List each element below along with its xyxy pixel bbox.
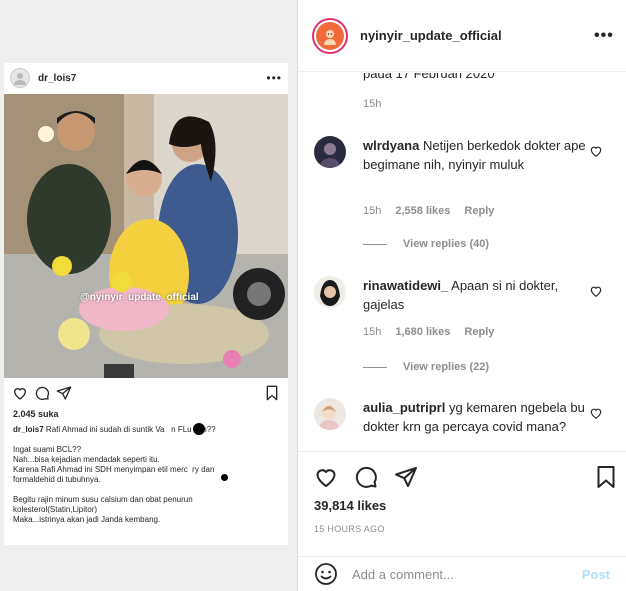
reply-button[interactable]: Reply	[464, 205, 494, 217]
comment-like-icon[interactable]	[589, 284, 603, 298]
comment-meta: 15h 2,558 likes Reply	[363, 205, 508, 217]
post-side-panel: nyinyir_update_official ••• pada 17 Febr…	[298, 0, 626, 591]
comment-input[interactable]	[352, 564, 582, 584]
inner-post-actions	[12, 385, 280, 403]
post-button[interactable]: Post	[582, 567, 610, 582]
comment-body: rinawatidewi_ Apaan si ni dokter, gajela…	[363, 276, 588, 314]
inner-post-photo: @nyinyir_update_official	[4, 94, 288, 378]
post-timestamp: 15 HOURS AGO	[314, 524, 385, 534]
comment-likes[interactable]: 1,680 likes	[395, 326, 450, 338]
reply-button[interactable]: Reply	[464, 326, 494, 338]
commenter-avatar[interactable]	[314, 398, 346, 430]
view-replies-label: View replies (40)	[403, 238, 490, 250]
post-header: nyinyir_update_official •••	[298, 0, 626, 72]
inner-post-more-icon: •••	[266, 71, 282, 85]
comment-like-icon[interactable]	[589, 144, 603, 158]
comment-like-icon[interactable]	[589, 406, 603, 420]
view-replies-button[interactable]: View replies (40)	[363, 238, 489, 250]
inner-bookmark-icon	[266, 385, 278, 401]
inner-comment-icon	[35, 386, 50, 401]
inner-post-card: dr_lois7 ••• @nyinyir_update_official 2.…	[4, 63, 288, 545]
comment-meta: 15h 1,680 likes Reply	[363, 326, 508, 338]
more-options-icon[interactable]: •••	[594, 27, 614, 45]
comment-username[interactable]: rinawatidewi_	[363, 278, 448, 293]
post-actions: 39,814 likes 15 HOURS AGO	[298, 451, 626, 555]
previous-comment-time: 15h	[363, 98, 382, 110]
comment-body: wlrdyana Netijen berkedok dokter ape beg…	[363, 136, 588, 174]
inner-post-likes: 2.045 suka	[13, 409, 59, 419]
inner-heart-icon	[13, 388, 27, 400]
comment-body: aulia_putriprl yg kemaren ngebela bu dok…	[363, 398, 588, 436]
censor-blot	[221, 474, 228, 481]
comment-time: 15h	[363, 205, 382, 217]
inner-post-avatar	[10, 68, 30, 88]
comment-icon[interactable]	[354, 465, 378, 489]
inner-post-username: dr_lois7	[38, 72, 77, 84]
emoji-icon[interactable]	[314, 562, 338, 586]
view-replies-label: View replies (22)	[403, 361, 490, 373]
likes-count[interactable]: 39,814 likes	[314, 498, 386, 513]
view-replies-button[interactable]: View replies (22)	[363, 361, 489, 373]
inner-share-icon	[56, 386, 72, 400]
commenter-avatar[interactable]	[314, 276, 346, 308]
inner-caption-username: dr_lois7	[13, 425, 44, 434]
like-icon[interactable]	[314, 465, 338, 489]
account-avatar[interactable]	[312, 17, 348, 54]
inner-post-watermark: @nyinyir_update_official	[80, 292, 199, 303]
add-comment-bar: Post	[298, 556, 626, 591]
post-media[interactable]: dr_lois7 ••• @nyinyir_update_official 2.…	[0, 0, 298, 591]
bookmark-icon[interactable]	[594, 465, 618, 489]
share-icon[interactable]	[394, 465, 418, 489]
comment-username[interactable]: aulia_putriprl	[363, 400, 445, 415]
inner-post-caption: dr_lois7 Rafi Ahmad ini sudah di suntik …	[13, 425, 283, 525]
censor-blot	[193, 423, 205, 435]
inner-caption-first-line: Rafi Ahmad ini sudah di suntik Va n FLu …	[45, 425, 216, 434]
comment-username[interactable]: wlrdyana	[363, 138, 419, 153]
inner-caption-body: Ingat suami BCL?? Nah...bisa kejadian me…	[13, 445, 215, 524]
inner-post-header: dr_lois7 •••	[4, 63, 288, 93]
commenter-avatar[interactable]	[314, 136, 346, 168]
comment-likes[interactable]: 2,558 likes	[395, 205, 450, 217]
account-username[interactable]: nyinyir_update_official	[360, 28, 594, 43]
replies-line	[363, 366, 387, 368]
comment-time: 15h	[363, 326, 382, 338]
comments-list[interactable]: pada 17 Februari 2020 15h wlrdyana Netij…	[298, 73, 626, 451]
previous-comment-text: pada 17 Februari 2020	[363, 73, 495, 81]
replies-line	[363, 243, 387, 245]
